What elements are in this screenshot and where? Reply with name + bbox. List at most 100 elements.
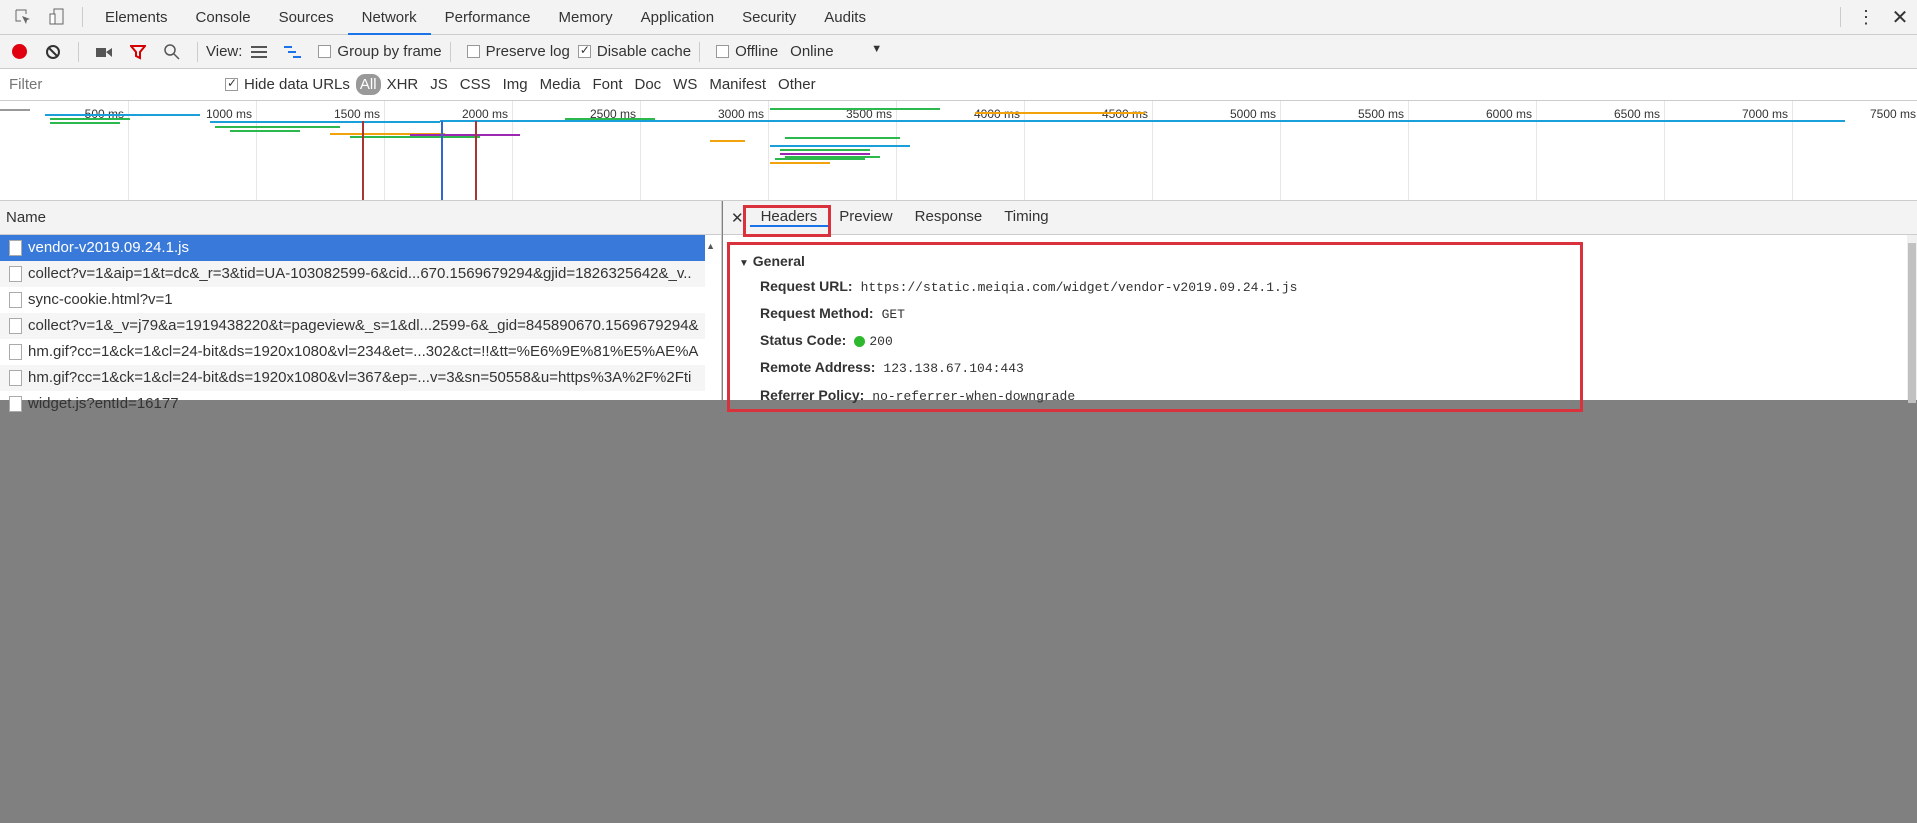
throttling-select[interactable]: Online ▼ [790,43,882,60]
tab-memory[interactable]: Memory [545,0,627,35]
filter-type-js[interactable]: JS [424,76,454,93]
referrer-policy-row: Referrer Policy: no-referrer-when-downgra… [760,387,1075,404]
name-column-header[interactable]: Name [0,201,721,235]
more-options-icon[interactable]: ⋮ [1853,4,1879,30]
detail-scrollbar[interactable] [1907,235,1917,403]
request-method-label: Request Method: [760,305,874,321]
general-section-toggle[interactable]: ▼ General [739,253,805,269]
waterfall-bar [50,118,130,120]
request-method-row: Request Method: GET [760,305,905,322]
large-rows-icon[interactable] [246,39,272,65]
filter-type-css[interactable]: CSS [454,76,497,93]
grid-line [640,101,641,200]
status-ok-icon [854,335,866,347]
search-icon[interactable] [159,39,185,65]
filter-input[interactable] [4,72,209,97]
request-url-value: https://static.meiqia.com/widget/vendor-… [860,280,1298,295]
view-label: View: [206,43,243,60]
file-icon [9,344,22,360]
capture-screenshots-icon[interactable] [91,39,117,65]
triangle-down-icon: ▼ [739,258,749,269]
grid-line [512,101,513,200]
waterfall-bar [780,153,870,155]
remote-address-value: 123.138.67.104:443 [883,361,1024,376]
waterfall-overview-icon[interactable] [280,39,306,65]
timing-marker [362,121,364,200]
time-tick-label: 5000 ms [1229,107,1276,121]
network-toolbar: View: Group by frame Preserve log Disabl… [0,35,1917,69]
time-tick-label: 7500 ms [1869,107,1916,121]
tab-response[interactable]: Response [904,208,994,227]
grid-line [768,101,769,200]
time-tick-label: 7000 ms [1741,107,1788,121]
time-tick-label: 4000 ms [973,107,1020,121]
clear-icon[interactable] [40,39,66,65]
timing-marker [475,121,477,200]
disable-cache-checkbox[interactable] [577,43,591,58]
request-url-row: Request URL: https://static.meiqia.com/wi… [760,278,1297,295]
filter-type-doc[interactable]: Doc [628,76,667,93]
time-tick-label: 6000 ms [1485,107,1532,121]
filter-type-other[interactable]: Other [772,76,822,93]
request-row[interactable]: vendor-v2019.09.24.1.js [0,235,705,261]
tab-timing[interactable]: Timing [993,208,1059,227]
close-detail-icon[interactable]: ✕ [731,209,744,227]
request-row[interactable]: collect?v=1&_v=j79&a=1919438220&t=pagevi… [0,313,705,339]
request-row[interactable]: hm.gif?cc=1&ck=1&cl=24-bit&ds=1920x1080&… [0,339,705,365]
filter-bar: Hide data URLs AllXHRJSCSSImgMediaFontDo… [0,69,1917,101]
filter-type-ws[interactable]: WS [667,76,703,93]
record-icon[interactable] [6,39,32,65]
time-tick-label: 5500 ms [1357,107,1404,121]
request-name: hm.gif?cc=1&ck=1&cl=24-bit&ds=1920x1080&… [28,343,699,360]
filter-type-all[interactable]: All [355,74,381,95]
filter-type-font[interactable]: Font [586,76,628,93]
divider [197,41,198,62]
grid-line [384,101,385,200]
tab-preview[interactable]: Preview [828,208,903,227]
waterfall-bar [440,120,1845,122]
file-icon [9,292,22,308]
inspect-element-icon[interactable] [10,4,36,30]
close-devtools-icon[interactable]: ✕ [1887,4,1913,30]
tab-network[interactable]: Network [347,0,431,35]
waterfall-bar [50,122,120,124]
tab-security[interactable]: Security [728,0,810,35]
grid-line [256,101,257,200]
tab-audits[interactable]: Audits [810,0,880,35]
referrer-policy-value: no-referrer-when-downgrade [872,389,1076,404]
waterfall-bar [785,137,900,139]
request-row[interactable]: hm.gif?cc=1&ck=1&cl=24-bit&ds=1920x1080&… [0,365,705,391]
devtools-tabbar: Elements Console Sources Network Performance… [0,0,1917,35]
request-row[interactable]: widget.js?entId=16177 [0,391,705,417]
request-row[interactable]: collect?v=1&aip=1&t=dc&_r=3&tid=UA-10308… [0,261,705,287]
group-by-frame-checkbox[interactable] [318,45,332,58]
hide-data-urls-checkbox[interactable] [225,76,238,91]
tab-application[interactable]: Application [627,0,728,35]
waterfall-bar [230,130,300,132]
divider [1840,7,1841,27]
filter-type-img[interactable]: Img [497,76,534,93]
device-toolbar-icon[interactable] [44,4,70,30]
tab-elements[interactable]: Elements [91,0,182,35]
offline-checkbox[interactable] [716,45,730,58]
grid-line [1024,101,1025,200]
request-row[interactable]: sync-cookie.html?v=1 [0,287,705,313]
network-overview-timeline[interactable]: 500 ms1000 ms1500 ms2000 ms2500 ms3000 m… [0,101,1917,201]
scroll-up-icon[interactable]: ▲ [706,241,715,251]
grid-line [1280,101,1281,200]
grid-line [896,101,897,200]
tab-performance[interactable]: Performance [431,0,545,35]
preserve-log-checkbox[interactable] [466,45,480,58]
general-section-title: General [752,253,805,269]
filter-type-xhr[interactable]: XHR [381,76,425,93]
waterfall-bar [710,140,745,142]
tab-console[interactable]: Console [182,0,265,35]
filter-type-manifest[interactable]: Manifest [703,76,772,93]
filter-type-media[interactable]: Media [534,76,587,93]
headers-tab-highlight [743,205,831,237]
divider [78,41,79,62]
filter-icon[interactable] [125,39,151,65]
tab-sources[interactable]: Sources [265,0,348,35]
request-name: hm.gif?cc=1&ck=1&cl=24-bit&ds=1920x1080&… [28,369,692,386]
file-icon [9,240,22,256]
